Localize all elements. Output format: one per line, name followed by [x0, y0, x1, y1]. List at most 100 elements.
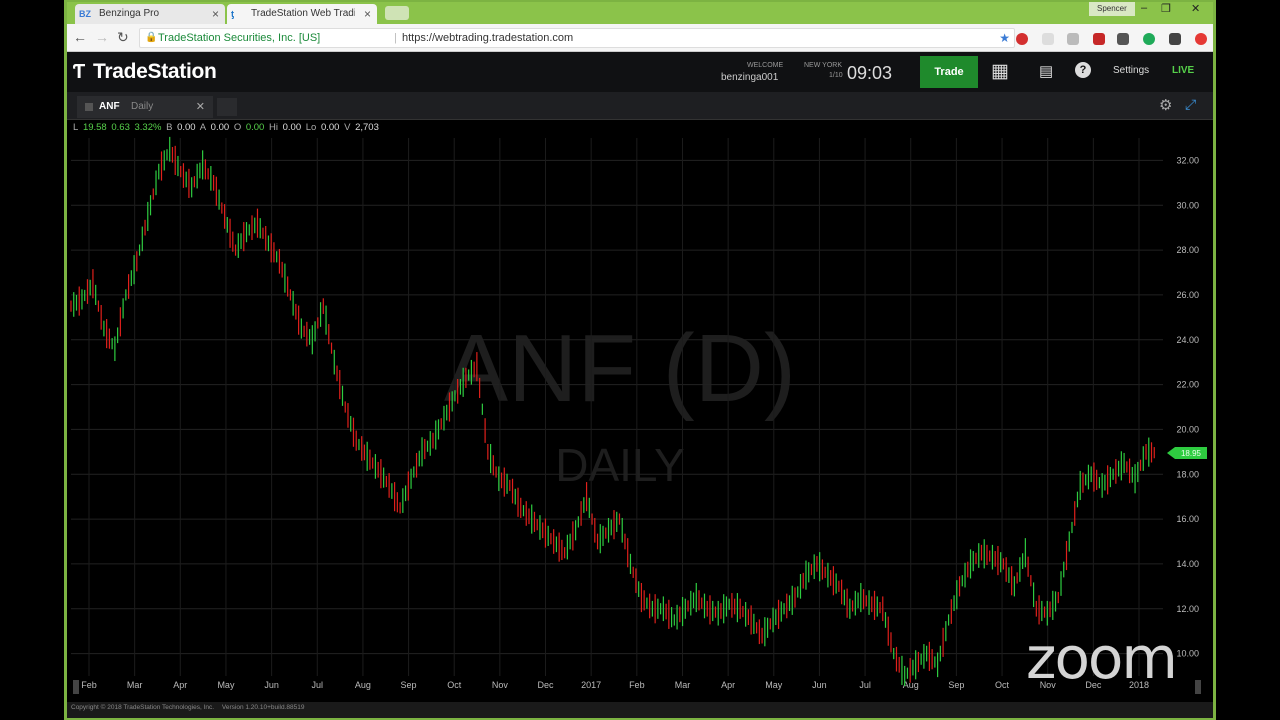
- chat-icon[interactable]: ▤: [1039, 62, 1053, 80]
- settings-button[interactable]: Settings: [1113, 65, 1149, 76]
- ask-label: A: [199, 122, 207, 133]
- y-tick-label: 12.00: [1176, 604, 1199, 614]
- x-tick-label: Mar: [127, 680, 143, 690]
- chart-svg[interactable]: ANF (D) DAILY 32.00 30.00 28.00 26.00 24.00 22.…: [67, 136, 1213, 702]
- help-icon[interactable]: ?: [1075, 62, 1091, 78]
- market-date: 1/10: [829, 72, 843, 79]
- app-footer: Copyright © 2018 TradeStation Technologi…: [67, 702, 1213, 718]
- x-tick-label: Nov: [492, 680, 509, 690]
- restore-icon[interactable]: ❐: [1161, 2, 1171, 15]
- pocket-extension-icon[interactable]: [1169, 33, 1181, 45]
- market-clock: 09:03: [847, 63, 893, 83]
- change-value: 0.63: [111, 122, 130, 133]
- grammarly-extension-icon[interactable]: [1143, 33, 1155, 45]
- watermark-interval: DAILY: [555, 439, 685, 491]
- extension-icon[interactable]: [1042, 33, 1054, 45]
- volume-label: V: [344, 122, 351, 133]
- y-tick-label: 22.00: [1176, 380, 1199, 390]
- x-tick-label: Feb: [629, 680, 645, 690]
- username: benzinga001: [721, 72, 779, 83]
- y-tick-label: 20.00: [1176, 424, 1199, 434]
- x-tick-label: Jul: [312, 680, 324, 690]
- open-value: 0.00: [245, 122, 265, 133]
- extension-icon[interactable]: [1093, 33, 1105, 45]
- watermark-symbol: ANF (D): [444, 315, 796, 422]
- x-tick-label: Mar: [675, 680, 691, 690]
- y-tick-label: 10.00: [1176, 649, 1199, 659]
- close-tab-icon[interactable]: ×: [212, 4, 219, 24]
- x-tick-label: Jul: [859, 680, 871, 690]
- ask-value: 0.00: [210, 122, 230, 133]
- layout-icon[interactable]: ▦: [991, 60, 1009, 83]
- scroll-handle-right: [1195, 680, 1201, 694]
- tab-label: TradeStation Web Tradin: [251, 8, 355, 19]
- quote-strip: L 19.58 0.63 3.32% B 0.00 A 0.00 O 0.00 …: [67, 120, 1213, 136]
- x-tick-label: 2017: [581, 680, 601, 690]
- x-tick-label: Jun: [812, 680, 827, 690]
- market-label: NEW YORK: [804, 62, 842, 69]
- new-tab-button[interactable]: [385, 6, 409, 20]
- lock-icon: 🔒: [145, 32, 158, 43]
- low-label: Lo: [305, 122, 317, 133]
- trade-button[interactable]: Trade: [920, 56, 978, 88]
- y-tick-label: 28.00: [1176, 245, 1199, 255]
- last-label: L: [73, 122, 79, 133]
- extension-icon[interactable]: [1195, 33, 1207, 45]
- x-tick-label: Apr: [721, 680, 735, 690]
- tradestation-logo[interactable]: Ƭ TradeStation: [73, 60, 217, 84]
- forward-icon[interactable]: →: [95, 29, 109, 45]
- address-bar-row: ← → ↻ 🔒 TradeStation Securities, Inc. [U…: [67, 24, 1213, 52]
- x-tick-label: Dec: [538, 680, 555, 690]
- gear-icon[interactable]: ⚙: [1159, 96, 1172, 114]
- last-price: 19.58: [82, 122, 107, 133]
- app-header: Ƭ TradeStation WELCOME benzinga001 NEW YO…: [67, 52, 1213, 92]
- x-tick-label: Sep: [948, 680, 964, 690]
- bookmark-star-icon[interactable]: ★: [999, 29, 1010, 47]
- live-indicator: LIVE: [1172, 65, 1195, 76]
- copyright-text: Copyright © 2018 TradeStation Technologi…: [71, 704, 215, 711]
- x-tick-label: Oct: [995, 680, 1010, 690]
- close-tab-icon[interactable]: ×: [364, 4, 371, 24]
- x-tick-label: Jun: [264, 680, 279, 690]
- chart-tab-anf[interactable]: ANF Daily ✕: [77, 96, 213, 118]
- welcome-label: WELCOME: [747, 62, 784, 69]
- open-label: O: [233, 122, 242, 133]
- y-tick-label: 30.00: [1176, 200, 1199, 210]
- x-tick-label: Oct: [447, 680, 462, 690]
- minimize-icon[interactable]: –: [1141, 2, 1147, 14]
- y-tick-label: 24.00: [1176, 335, 1199, 345]
- y-tick-label: 14.00: [1176, 559, 1199, 569]
- x-tick-label: Apr: [173, 680, 187, 690]
- back-icon[interactable]: ←: [73, 29, 87, 45]
- new-chart-tab-button[interactable]: [217, 98, 237, 116]
- browser-tab-tradestation[interactable]: ƫ TradeStation Web Tradin ×: [227, 4, 377, 24]
- y-tick-label: 18.00: [1176, 469, 1199, 479]
- x-tick-label: May: [765, 680, 783, 690]
- price-tag-label: 18.95: [1181, 449, 1202, 458]
- extension-icon[interactable]: [1067, 33, 1079, 45]
- high-label: Hi: [268, 122, 278, 133]
- extension-icon[interactable]: [1117, 33, 1129, 45]
- change-percent: 3.32%: [134, 122, 162, 133]
- volume-value: 2,703: [355, 122, 379, 133]
- url-field[interactable]: 🔒 TradeStation Securities, Inc. [US] | h…: [139, 28, 1015, 48]
- profile-badge[interactable]: Spencer: [1089, 2, 1135, 16]
- chart-symbol: ANF: [99, 101, 120, 112]
- expand-icon[interactable]: ⤢: [1185, 96, 1196, 113]
- tradestation-favicon-icon: ƫ: [231, 9, 234, 19]
- x-tick-label: Aug: [355, 680, 371, 690]
- close-chart-tab-icon[interactable]: ✕: [196, 96, 205, 118]
- tab-color-icon: [85, 103, 93, 111]
- adblock-extension-icon[interactable]: [1016, 33, 1028, 45]
- browser-tab-benzinga[interactable]: BZ Benzinga Pro ×: [75, 4, 225, 24]
- version-text: Version 1.20.10+build.88519: [221, 704, 305, 711]
- reload-icon[interactable]: ↻: [117, 29, 129, 46]
- browser-window: BZ Benzinga Pro × ƫ TradeStation Web Tra…: [67, 2, 1213, 718]
- bid-label: B: [166, 122, 173, 133]
- price-chart[interactable]: ANF (D) DAILY 32.00 30.00 28.00 26.00 24.00 22.…: [67, 136, 1213, 702]
- benzinga-favicon-icon: BZ: [79, 9, 91, 19]
- chart-tab-strip: ANF Daily ✕ ⚙ ⤢: [67, 92, 1213, 120]
- high-value: 0.00: [282, 122, 302, 133]
- close-window-icon[interactable]: ✕: [1191, 2, 1200, 15]
- browser-tab-bar: BZ Benzinga Pro × ƫ TradeStation Web Tra…: [67, 2, 1213, 24]
